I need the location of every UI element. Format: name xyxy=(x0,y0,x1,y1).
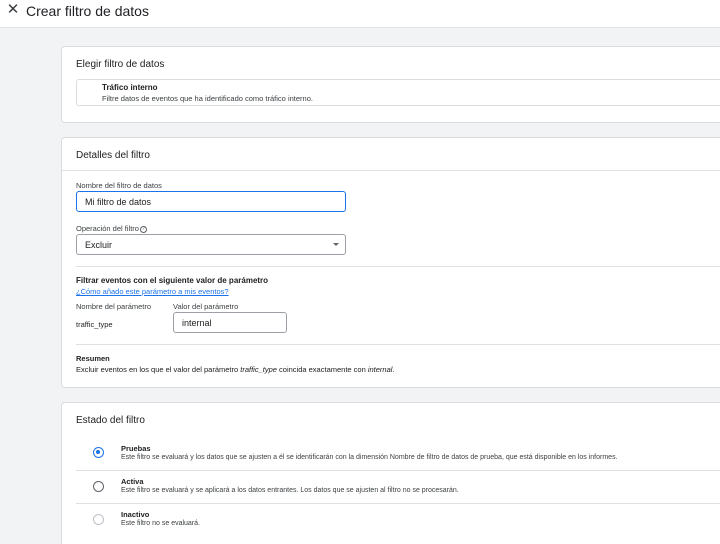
filter-operation-select[interactable]: Excluir xyxy=(76,234,346,255)
dropdown-arrow-icon xyxy=(333,243,339,246)
divider xyxy=(76,470,720,471)
radio-testing[interactable] xyxy=(93,447,104,458)
state-option-desc: Este filtro se evaluará y los datos que … xyxy=(121,454,618,461)
filter-state-title: Estado del filtro xyxy=(76,415,145,426)
help-icon[interactable]: ? xyxy=(139,226,147,233)
state-option-title: Inactivo xyxy=(121,510,150,519)
radio-active[interactable] xyxy=(93,481,104,492)
filter-name-value: Mi filtro de datos xyxy=(85,196,152,207)
divider xyxy=(76,503,720,504)
divider xyxy=(62,170,720,171)
filter-operation-label: Operación del filtro? xyxy=(76,224,147,233)
params-title: Filtrar eventos con el siguiente valor d… xyxy=(76,276,269,285)
state-option-desc: Este filtro se evaluará y se aplicará a … xyxy=(121,487,459,494)
state-option-title: Pruebas xyxy=(121,444,151,453)
filter-details-title: Detalles del filtro xyxy=(76,150,150,161)
param-value-input[interactable]: internal xyxy=(173,312,287,333)
add-parameter-help-link[interactable]: ¿Cómo añado este parámetro a mis eventos… xyxy=(76,287,229,296)
state-option-title: Activa xyxy=(121,477,144,486)
filter-state-card: Estado del filtro Pruebas Este filtro se… xyxy=(61,402,720,544)
filter-name-input[interactable]: Mi filtro de datos xyxy=(76,191,346,212)
param-value-header: Valor del parámetro xyxy=(173,302,239,311)
filter-type-internal-traffic[interactable]: Tráfico interno Filtre datos de eventos … xyxy=(76,79,720,106)
param-value-text: internal xyxy=(182,317,212,328)
filter-type-description: Filtre datos de eventos que ha identific… xyxy=(102,94,313,103)
choose-filter-card: Elegir filtro de datos Tráfico interno F… xyxy=(61,46,720,123)
state-option-desc: Este filtro no se evaluará. xyxy=(121,520,200,527)
page-title: Crear filtro de datos xyxy=(26,3,149,19)
radio-inactive[interactable] xyxy=(93,514,104,525)
choose-filter-title: Elegir filtro de datos xyxy=(76,59,165,70)
filter-type-title: Tráfico interno xyxy=(102,83,158,92)
close-icon[interactable]: ✕ xyxy=(6,2,20,17)
divider xyxy=(76,344,720,345)
top-bar: ✕ Crear filtro de datos xyxy=(0,0,720,28)
filter-operation-value: Excluir xyxy=(85,239,113,250)
param-name-value: traffic_type xyxy=(76,320,113,329)
divider xyxy=(76,266,720,267)
filter-details-card: Detalles del filtro Nombre del filtro de… xyxy=(61,137,720,388)
summary-text: Excluir eventos en los que el valor del … xyxy=(76,365,395,374)
summary-title: Resumen xyxy=(76,354,110,363)
param-name-header: Nombre del parámetro xyxy=(76,302,152,311)
filter-name-label: Nombre del filtro de datos xyxy=(76,181,162,190)
